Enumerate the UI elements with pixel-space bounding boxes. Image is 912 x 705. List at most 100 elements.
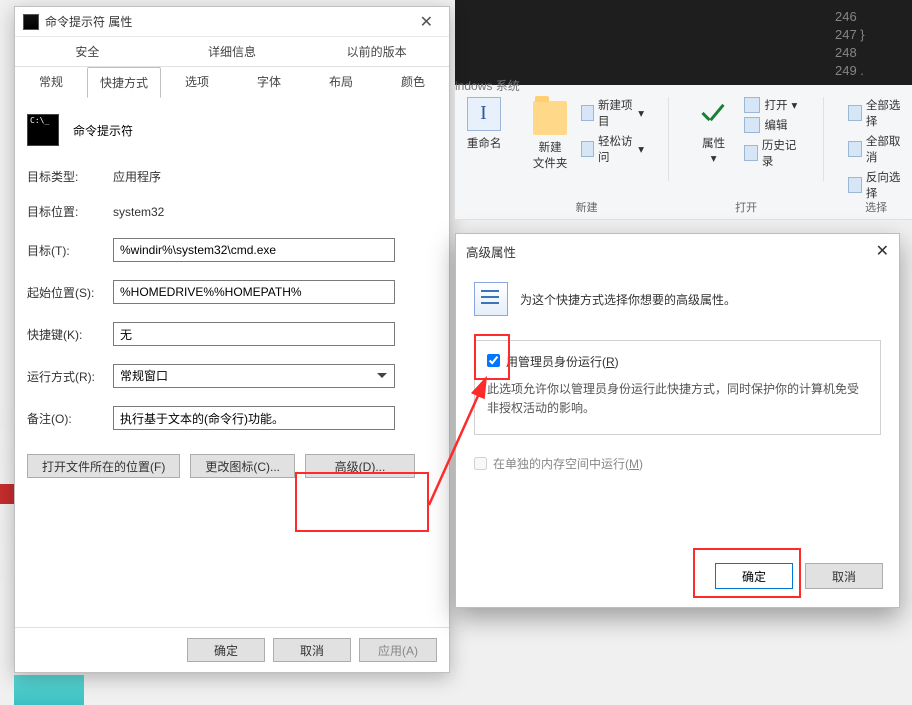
explorer-title: indows 系统: [455, 77, 520, 94]
chevron-down-icon: ▾: [638, 106, 644, 120]
open-file-location-button[interactable]: 打开文件所在的位置(F): [27, 454, 180, 478]
cancel-button[interactable]: 取消: [273, 638, 351, 662]
ribbon-rename[interactable]: 重命名: [463, 97, 505, 219]
target-type-label: 目标类型:: [27, 168, 113, 185]
group-label-new: 新建: [576, 199, 598, 215]
run-mode-select[interactable]: 常规窗口: [113, 364, 395, 388]
chevron-down-icon: ▾: [638, 142, 644, 156]
hotkey-input[interactable]: [113, 322, 395, 346]
explorer-ribbon: indows 系统 重命名 新建文件夹 新建项目 ▾ 轻松访问 ▾ 新建 属性▾…: [455, 85, 912, 220]
apply-button[interactable]: 应用(A): [359, 638, 437, 662]
hotkey-label: 快捷键(K):: [27, 326, 113, 343]
newfolder-label-1: 新建: [539, 142, 562, 154]
newfolder-label-2: 文件夹: [533, 158, 568, 170]
tab-previous-versions[interactable]: 以前的版本: [304, 37, 449, 66]
history-label: 历史记录: [762, 137, 800, 169]
select-none-icon: [848, 141, 862, 157]
change-icon-button[interactable]: 更改图标(C)...: [190, 454, 295, 478]
group-label-open: 打开: [735, 199, 757, 215]
ribbon-group-select: 全部选择 全部取消 反向选择 选择: [848, 97, 904, 219]
tab-row-top: 安全 详细信息 以前的版本: [15, 37, 449, 67]
adv-cancel-button[interactable]: 取消: [805, 563, 883, 589]
tab-font[interactable]: 字体: [233, 67, 305, 98]
tab-layout[interactable]: 布局: [305, 67, 377, 98]
list-icon: [474, 282, 508, 316]
dialog-titlebar[interactable]: 命令提示符 属性 ✕: [15, 7, 449, 37]
ribbon-select-none[interactable]: 全部取消: [848, 133, 904, 165]
ribbon-open[interactable]: 打开 ▾: [744, 97, 799, 113]
tab-details[interactable]: 详细信息: [160, 37, 305, 66]
startin-input[interactable]: [113, 280, 395, 304]
shortcut-icon: [27, 114, 59, 146]
run-as-admin-label[interactable]: 用管理员身份运行(R): [506, 353, 619, 370]
edit-label: 编辑: [764, 117, 787, 133]
easy-access-icon: [581, 141, 594, 157]
dialog-title-text: 命令提示符 属性: [45, 13, 132, 30]
history-icon: [744, 145, 757, 161]
ribbon-new-item[interactable]: 新建项目 ▾: [581, 97, 644, 129]
shortcut-header: 命令提示符: [15, 98, 449, 168]
tab-options[interactable]: 选项: [161, 67, 233, 98]
invert-icon: [848, 177, 862, 193]
tab-security[interactable]: 安全: [15, 37, 160, 66]
target-label: 目标(T):: [27, 242, 113, 259]
separate-memory-label: 在单独的内存空间中运行(M): [493, 455, 643, 472]
adv-intro-text: 为这个快捷方式选择你想要的高级属性。: [520, 291, 736, 308]
close-icon[interactable]: ✕: [876, 241, 889, 261]
tab-general[interactable]: 常规: [15, 67, 87, 98]
target-location-label: 目标位置:: [27, 203, 113, 220]
close-icon[interactable]: ✕: [412, 10, 441, 34]
run-as-admin-desc: 此选项允许你以管理员身份运行此快捷方式，同时保护你的计算机免受非授权活动的影响。: [487, 380, 868, 418]
ribbon-separator: [668, 97, 669, 181]
checkmark-icon: [697, 97, 731, 131]
annotation-box-ok-button: [693, 548, 801, 598]
target-location-value: system32: [113, 205, 164, 219]
tab-row-bottom: 常规 快捷方式 选项 字体 布局 颜色: [15, 67, 449, 98]
ribbon-invert-selection[interactable]: 反向选择: [848, 169, 904, 201]
open-label: 打开: [764, 97, 787, 113]
select-all-label: 全部选择: [866, 97, 904, 129]
separate-memory-checkbox: [474, 457, 487, 470]
open-icon: [744, 97, 760, 113]
cmd-icon: [23, 14, 39, 30]
editor-line: 248: [835, 44, 912, 62]
advanced-properties-dialog: 高级属性 ✕ 为这个快捷方式选择你想要的高级属性。 用管理员身份运行(R) 此选…: [455, 233, 900, 608]
chevron-down-icon: ▾: [711, 153, 717, 165]
target-type-value: 应用程序: [113, 168, 161, 185]
select-all-icon: [848, 105, 862, 121]
ribbon-easy-access[interactable]: 轻松访问 ▾: [581, 133, 644, 165]
comment-label: 备注(O):: [27, 410, 113, 427]
editor-line: 249 .: [835, 62, 912, 80]
editor-line: 246: [835, 8, 912, 26]
new-item-label: 新建项目: [598, 97, 634, 129]
taskbar-fragment: [14, 675, 84, 705]
ribbon-select-all[interactable]: 全部选择: [848, 97, 904, 129]
ribbon-history[interactable]: 历史记录: [744, 137, 799, 169]
properties-label: 属性: [702, 138, 725, 150]
shortcut-name: 命令提示符: [73, 122, 133, 139]
editor-background: 246 247 } 248 249 .: [455, 0, 912, 85]
invert-label: 反向选择: [866, 169, 904, 201]
ribbon-rename-label: 重命名: [467, 135, 502, 151]
adv-title-text: 高级属性: [466, 242, 516, 261]
ribbon-group-new: 新建文件夹 新建项目 ▾ 轻松访问 ▾ 新建: [529, 97, 644, 219]
tab-shortcut[interactable]: 快捷方式: [87, 67, 161, 98]
select-none-label: 全部取消: [866, 133, 904, 165]
easy-access-label: 轻松访问: [598, 133, 634, 165]
ribbon-group-open: 属性 ▾ 打开 ▾ 编辑 历史记录 打开: [693, 97, 800, 219]
chevron-down-icon: ▾: [791, 98, 797, 112]
ribbon-separator: [823, 97, 824, 181]
folder-icon: [533, 101, 567, 135]
comment-input[interactable]: [113, 406, 395, 430]
target-input[interactable]: [113, 238, 395, 262]
rename-icon: [467, 97, 501, 131]
ribbon-properties[interactable]: 属性 ▾: [693, 97, 735, 165]
edit-icon: [744, 117, 760, 133]
ok-button[interactable]: 确定: [187, 638, 265, 662]
group-label-select: 选择: [865, 199, 887, 215]
ribbon-new-folder[interactable]: 新建文件夹: [529, 97, 571, 171]
properties-dialog: 命令提示符 属性 ✕ 安全 详细信息 以前的版本 常规 快捷方式 选项 字体 布…: [14, 6, 450, 673]
adv-titlebar[interactable]: 高级属性 ✕: [456, 234, 899, 268]
ribbon-edit[interactable]: 编辑: [744, 117, 799, 133]
tab-colors[interactable]: 颜色: [377, 67, 449, 98]
